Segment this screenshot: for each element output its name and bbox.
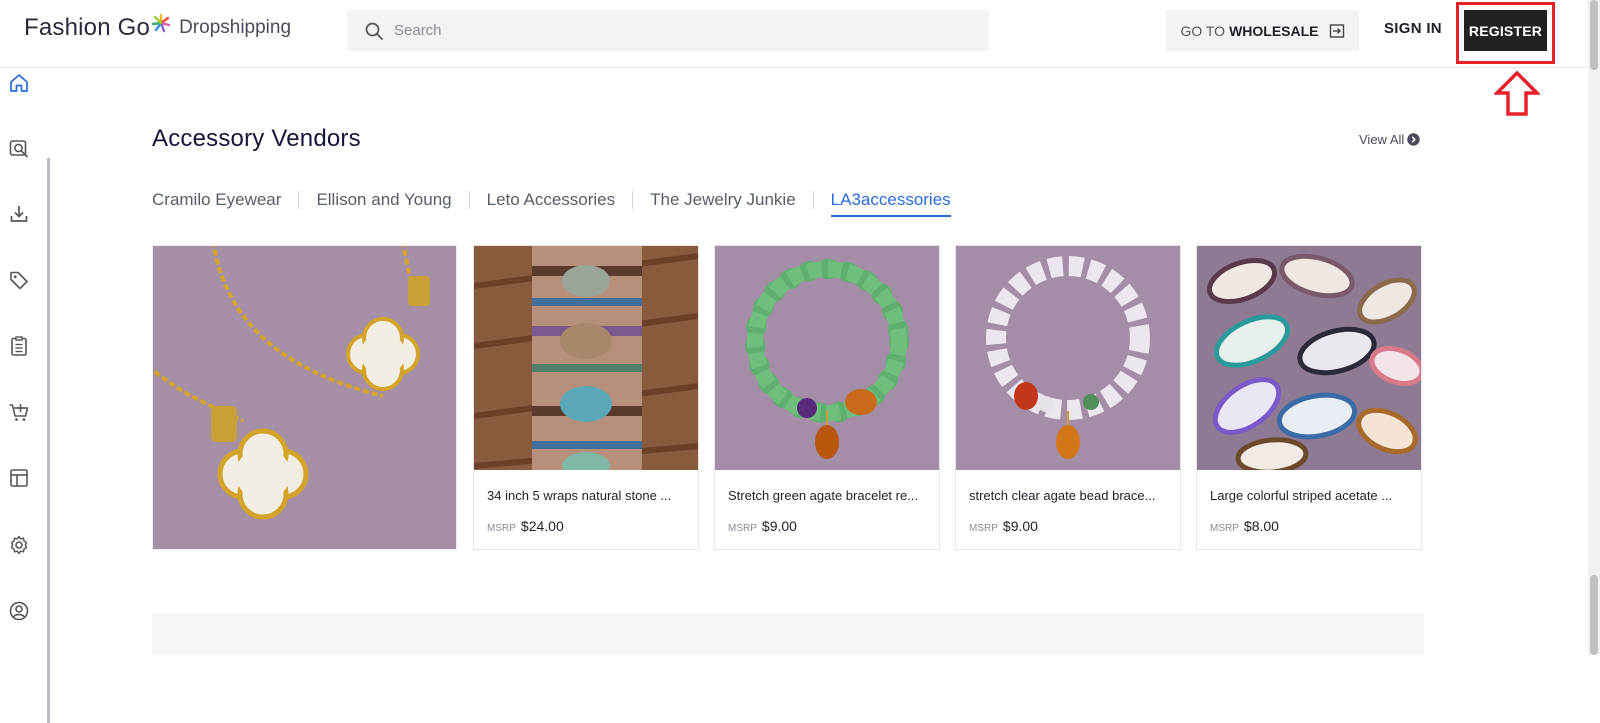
- price-row: MSRP $9.00: [728, 518, 797, 534]
- product-card[interactable]: Large colorful striped acetate ... MSRP …: [1196, 245, 1422, 550]
- striped-hair-clips-image: [1197, 246, 1421, 470]
- page-scrollbar[interactable]: [1588, 0, 1600, 655]
- clipboard-icon[interactable]: [8, 335, 30, 357]
- tab-divider: [812, 191, 814, 209]
- search-bar[interactable]: [347, 10, 989, 51]
- wholesale-prefix: GO TO: [1180, 22, 1226, 39]
- msrp-label: MSRP: [728, 523, 757, 534]
- vendor-tabs: Cramilo Eyewear Ellison and Young Leto A…: [152, 188, 951, 218]
- search-input[interactable]: [394, 22, 954, 39]
- top-header: Fashion Go Dropshipping GO TO WHOLESALE: [0, 0, 1600, 68]
- tab-divider: [298, 191, 300, 209]
- download-icon[interactable]: [8, 203, 30, 225]
- next-section-band: [152, 613, 1424, 655]
- home-icon[interactable]: [8, 72, 30, 94]
- clover-necklace-image: [153, 246, 456, 549]
- view-all-label: View All: [1359, 132, 1405, 147]
- logo-main-text: Fashion Go: [24, 14, 151, 41]
- tab-cramilo-eyewear[interactable]: Cramilo Eyewear: [152, 190, 281, 216]
- product-image[interactable]: [956, 246, 1180, 470]
- product-price: $24.00: [520, 518, 564, 534]
- product-price: $9.00: [1002, 518, 1038, 534]
- tab-divider: [632, 191, 634, 209]
- page-scrollbar-thumb-lower[interactable]: [1590, 575, 1598, 655]
- left-sidebar: [0, 68, 50, 723]
- wholesale-bold: WHOLESALE: [1229, 22, 1319, 39]
- search-icon: [365, 22, 383, 40]
- tab-ellison-and-young[interactable]: Ellison and Young: [316, 190, 451, 216]
- settings-icon[interactable]: [8, 534, 30, 556]
- view-all-link[interactable]: View All: [1359, 132, 1420, 147]
- product-card[interactable]: stretch clear agate bead brace... MSRP $…: [955, 245, 1181, 550]
- product-name[interactable]: Large colorful striped acetate ...: [1210, 488, 1410, 503]
- green-agate-bracelet-image: [715, 246, 939, 470]
- vendor-feature-image[interactable]: [152, 245, 457, 550]
- account-icon[interactable]: [8, 600, 30, 622]
- exit-arrow-icon: [1329, 23, 1344, 38]
- layout-icon[interactable]: [8, 467, 30, 489]
- msrp-label: MSRP: [1210, 523, 1239, 534]
- sign-in-link[interactable]: SIGN IN: [1384, 20, 1442, 37]
- price-row: MSRP $9.00: [969, 518, 1038, 534]
- wrap-bracelet-image: [474, 246, 698, 470]
- clear-agate-bracelet-image: [956, 246, 1180, 470]
- section-title: Accessory Vendors: [152, 125, 361, 152]
- page-scrollbar-thumb[interactable]: [1590, 0, 1598, 70]
- tab-leto-accessories[interactable]: Leto Accessories: [487, 190, 616, 216]
- product-card[interactable]: 34 inch 5 wraps natural stone ... MSRP $…: [473, 245, 699, 550]
- tab-la3accessories[interactable]: LA3accessories: [830, 190, 951, 217]
- logo-star-icon: [151, 13, 171, 33]
- tab-divider: [468, 191, 470, 209]
- msrp-label: MSRP: [969, 523, 998, 534]
- chevron-right-circle-icon: [1407, 133, 1420, 146]
- product-image[interactable]: [1197, 246, 1421, 470]
- product-price: $8.00: [1243, 518, 1279, 534]
- product-price: $9.00: [761, 518, 797, 534]
- cart-icon[interactable]: [8, 401, 30, 423]
- annotation-up-arrow-icon: [1494, 71, 1540, 116]
- logo-sub-text: Dropshipping: [179, 17, 292, 38]
- sidebar-scrollbar[interactable]: [47, 158, 50, 723]
- tab-the-jewelry-junkie[interactable]: The Jewelry Junkie: [650, 190, 796, 216]
- visual-search-icon[interactable]: [8, 138, 30, 160]
- annotation-highlight-box: [1456, 2, 1555, 64]
- product-image[interactable]: [474, 246, 698, 470]
- go-to-wholesale-button[interactable]: GO TO WHOLESALE: [1166, 10, 1359, 51]
- product-name[interactable]: 34 inch 5 wraps natural stone ...: [487, 488, 687, 503]
- product-name[interactable]: Stretch green agate bracelet re...: [728, 488, 928, 503]
- product-image[interactable]: [715, 246, 939, 470]
- tag-icon[interactable]: [8, 269, 30, 291]
- price-row: MSRP $24.00: [487, 518, 564, 534]
- msrp-label: MSRP: [487, 523, 516, 534]
- price-row: MSRP $8.00: [1210, 518, 1279, 534]
- fashiongo-logo[interactable]: Fashion Go Dropshipping: [24, 13, 292, 42]
- product-card[interactable]: Stretch green agate bracelet re... MSRP …: [714, 245, 940, 550]
- product-name[interactable]: stretch clear agate bead brace...: [969, 488, 1169, 503]
